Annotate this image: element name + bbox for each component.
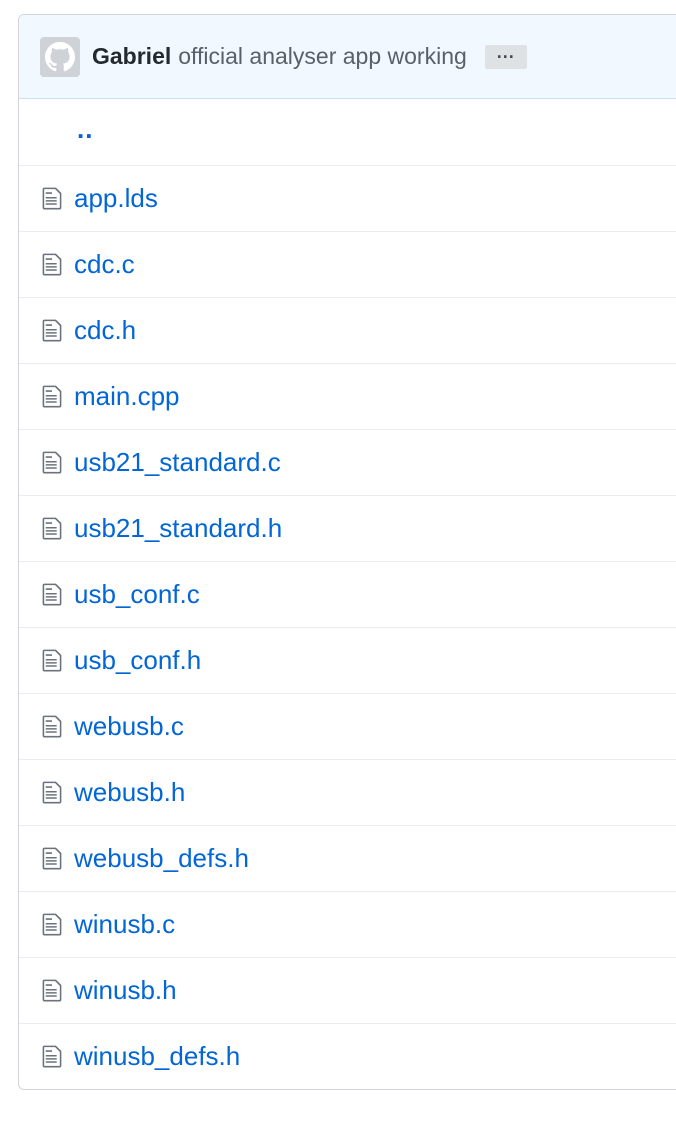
file-link[interactable]: usb21_standard.h (74, 513, 282, 544)
file-row[interactable]: cdc.h (19, 297, 676, 363)
file-icon (41, 186, 63, 212)
file-icon (41, 450, 63, 476)
file-link[interactable]: winusb.h (74, 975, 177, 1006)
file-link[interactable]: winusb_defs.h (74, 1041, 240, 1072)
file-link[interactable]: webusb.h (74, 777, 185, 808)
file-link[interactable]: winusb.c (74, 909, 175, 940)
file-icon (41, 780, 63, 806)
github-octocat-icon[interactable] (40, 36, 80, 77)
file-icon (41, 318, 63, 344)
file-link[interactable]: usb21_standard.c (74, 447, 281, 478)
file-link[interactable]: cdc.c (74, 249, 135, 280)
file-icon (41, 1044, 63, 1070)
file-row[interactable]: webusb_defs.h (19, 825, 676, 891)
file-icon (41, 384, 63, 410)
file-browser: Gabriel official analyser app working ··… (18, 14, 676, 1090)
file-row[interactable]: usb_conf.h (19, 627, 676, 693)
file-row[interactable]: webusb.c (19, 693, 676, 759)
file-row[interactable]: winusb_defs.h (19, 1023, 676, 1089)
file-row[interactable]: app.lds (19, 165, 676, 231)
latest-commit-bar: Gabriel official analyser app working ··… (19, 15, 676, 99)
file-row[interactable]: winusb.h (19, 957, 676, 1023)
file-link[interactable]: app.lds (74, 183, 158, 214)
file-link[interactable]: usb_conf.h (74, 645, 201, 676)
file-row[interactable]: webusb.h (19, 759, 676, 825)
parent-directory-row[interactable]: .. (19, 99, 676, 165)
file-icon (41, 846, 63, 872)
file-row[interactable]: winusb.c (19, 891, 676, 957)
file-list: .. app.lds cdc.c cdc.h main.cpp usb21_standa… (19, 99, 676, 1089)
file-row[interactable]: usb21_standard.h (19, 495, 676, 561)
file-row[interactable]: main.cpp (19, 363, 676, 429)
file-icon (41, 978, 63, 1004)
file-icon (41, 714, 63, 740)
expand-commit-message-button[interactable]: ··· (484, 44, 527, 69)
file-icon (41, 582, 63, 608)
file-icon (41, 516, 63, 542)
file-link[interactable]: webusb.c (74, 711, 184, 742)
parent-directory-link[interactable]: .. (77, 116, 93, 142)
commit-author[interactable]: Gabriel (92, 43, 171, 70)
file-icon (41, 912, 63, 938)
file-link[interactable]: cdc.h (74, 315, 136, 346)
file-icon (41, 648, 63, 674)
file-row[interactable]: usb21_standard.c (19, 429, 676, 495)
file-link[interactable]: webusb_defs.h (74, 843, 249, 874)
file-icon (41, 252, 63, 278)
file-link[interactable]: main.cpp (74, 381, 180, 412)
file-row[interactable]: cdc.c (19, 231, 676, 297)
file-row[interactable]: usb_conf.c (19, 561, 676, 627)
file-link[interactable]: usb_conf.c (74, 579, 200, 610)
commit-message[interactable]: official analyser app working (178, 43, 467, 70)
